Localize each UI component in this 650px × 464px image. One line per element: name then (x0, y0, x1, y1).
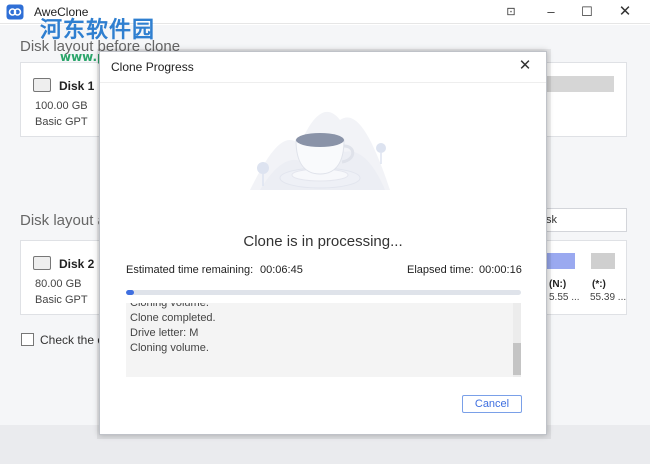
app-logo-icon (6, 4, 24, 20)
estimated-time-value: 00:06:45 (260, 264, 303, 276)
log-scrollbar[interactable] (513, 303, 521, 377)
progress-bar (126, 290, 521, 295)
elapsed-time-value: 00:00:16 (479, 264, 522, 276)
scrollbar-thumb[interactable] (513, 343, 521, 375)
disk-type: Basic GPT (35, 294, 88, 306)
close-icon[interactable]: ✕ (514, 56, 536, 76)
coffee-cup-illustration (250, 111, 390, 190)
disk-icon (33, 256, 51, 270)
after-clone-title: Disk layout a (20, 212, 106, 229)
close-window-button[interactable]: ✕ (610, 2, 640, 22)
disk-icon (33, 78, 51, 92)
partition-unlettered-bar[interactable] (591, 253, 615, 269)
log-line: Clone completed. (130, 312, 216, 324)
check-option-checkbox[interactable] (21, 333, 34, 346)
partition-size: 55.39 ... (590, 292, 627, 303)
log-line: Drive letter: M (130, 327, 199, 339)
partition-label: (*:) (592, 279, 606, 290)
estimated-time-label: Estimated time remaining: (126, 264, 254, 276)
disk-name: Disk 1 (59, 79, 95, 93)
log-area[interactable]: Cloning volume. Clone completed. Drive l… (126, 303, 521, 377)
status-text: Clone is in processing... (243, 233, 403, 250)
restore-button[interactable]: ⊡ (496, 2, 526, 22)
partition-label: (N:) (549, 279, 567, 290)
divider (100, 82, 546, 83)
elapsed-time-label: Elapsed time: (407, 264, 474, 276)
log-line: Cloning volume. (130, 303, 209, 309)
cancel-button[interactable]: Cancel (462, 395, 522, 413)
watermark-text: 河东软件园 (40, 18, 156, 43)
disk-1-partition-bar (540, 76, 614, 92)
log-line: Cloning volume. (130, 342, 209, 354)
progress-fill (126, 290, 134, 295)
disk-size: 100.00 GB (35, 100, 88, 112)
disk-name: Disk 2 (59, 257, 95, 271)
partition-size: 5.55 ... (549, 292, 580, 303)
search-field[interactable]: sk (545, 208, 627, 232)
dialog-title: Clone Progress (111, 60, 194, 74)
minimize-button[interactable]: – (536, 2, 566, 22)
disk-size: 80.00 GB (35, 278, 82, 290)
disk-type: Basic GPT (35, 116, 88, 128)
partition-n-bar[interactable] (547, 253, 575, 269)
clone-progress-dialog: Clone Progress ✕ Clone is in processing.… (99, 51, 547, 435)
maximize-button[interactable]: ☐ (572, 2, 602, 22)
